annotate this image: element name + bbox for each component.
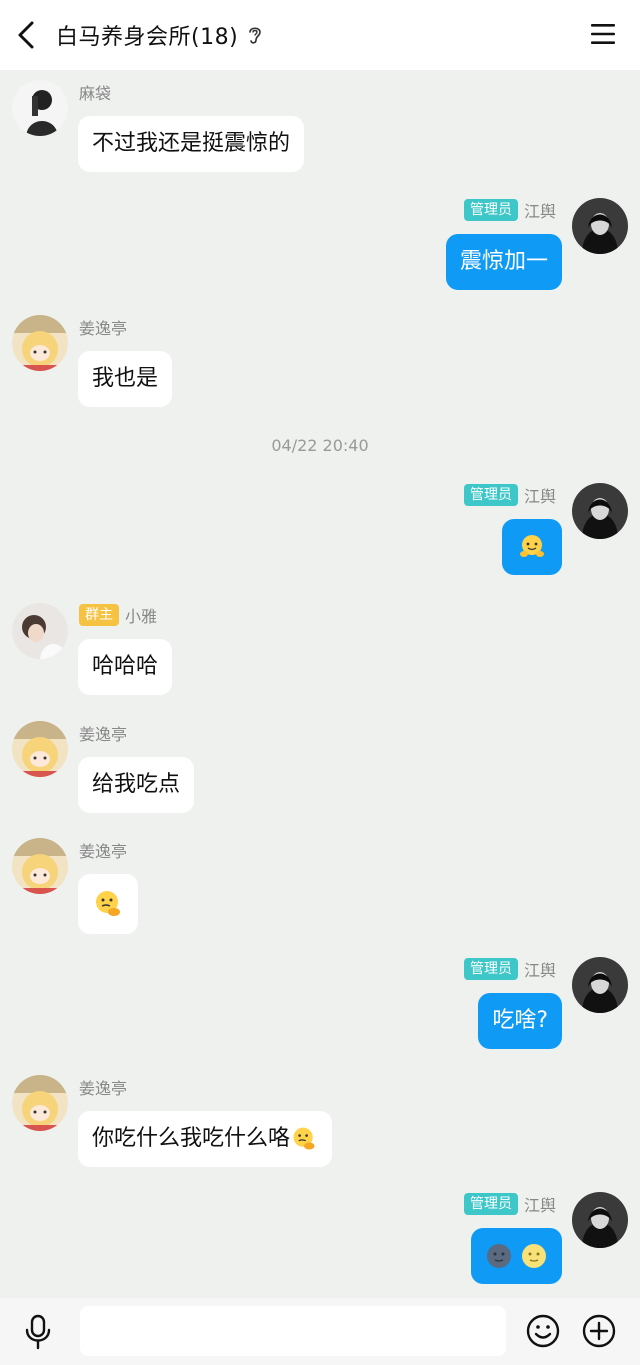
sender-meta: 管理员 江舆 <box>463 1192 556 1216</box>
menu-icon <box>591 24 615 44</box>
avatar[interactable] <box>12 1075 68 1131</box>
owner-badge: 群主 <box>79 604 119 626</box>
thinking-emoji-icon <box>293 1127 315 1150</box>
menu-button[interactable] <box>590 22 616 46</box>
sender-name: 姜逸亭 <box>79 1079 128 1098</box>
sender-name: 姜逸亭 <box>79 842 128 861</box>
sender-name: 姜逸亭 <box>79 319 128 338</box>
avatar[interactable] <box>572 1192 628 1248</box>
message-bubble[interactable]: 震惊加一 <box>445 234 562 290</box>
sender-name: 江舆 <box>523 202 556 221</box>
sender-name: 江舆 <box>523 487 556 506</box>
admin-badge: 管理员 <box>463 199 518 221</box>
avatar[interactable] <box>572 957 628 1013</box>
emoji-button[interactable] <box>525 1313 561 1349</box>
message-bubble[interactable]: 给我吃点 <box>78 757 195 813</box>
sender-meta: 麻袋 <box>79 80 111 104</box>
message-bubble[interactable] <box>471 1228 562 1284</box>
avatar[interactable] <box>12 838 68 894</box>
message-text: 你吃什么我吃什么咯 <box>92 1126 291 1151</box>
input-bar <box>0 1298 640 1365</box>
timestamp: 04/22 20:40 <box>271 436 369 455</box>
hug-emoji-icon <box>520 535 544 557</box>
title-area: 白马养身会所(18) <box>56 0 264 70</box>
sender-name: 江舆 <box>523 961 556 980</box>
avatar[interactable] <box>12 315 68 371</box>
sender-name: 姜逸亭 <box>79 725 128 744</box>
more-button[interactable] <box>581 1313 617 1349</box>
sender-meta: 姜逸亭 <box>79 838 127 862</box>
admin-badge: 管理员 <box>463 1193 518 1215</box>
group-title: 白马养身会所(18) <box>56 25 239 50</box>
sender-name: 江舆 <box>523 1196 556 1215</box>
back-button[interactable] <box>14 20 40 50</box>
back-arrow-icon <box>18 21 34 49</box>
avatar[interactable] <box>572 483 628 539</box>
message-bubble[interactable]: 吃啥? <box>478 993 562 1049</box>
message-list[interactable]: 麻袋 不过我还是挺震惊的 管理员 江舆 震惊加一 姜逸亭 我也是 04/22 2… <box>0 70 640 1298</box>
sender-meta: 姜逸亭 <box>79 315 127 339</box>
voice-button[interactable] <box>22 1314 54 1350</box>
chat-screen: 白马养身会所(18) 麻袋 不过我还是挺震惊的 管理员 江舆 震惊加一 姜逸亭 … <box>0 0 640 1365</box>
sender-meta: 姜逸亭 <box>79 1075 127 1099</box>
sender-meta: 姜逸亭 <box>79 721 127 745</box>
message-bubble[interactable]: 你吃什么我吃什么咯 <box>78 1111 333 1167</box>
ear-icon <box>249 27 261 44</box>
avatar[interactable] <box>12 603 68 659</box>
full-moon-face-icon <box>522 1244 546 1268</box>
sender-meta: 群主 小雅 <box>79 603 157 627</box>
header-bar: 白马养身会所(18) <box>0 0 640 70</box>
message-bubble[interactable]: 不过我还是挺震惊的 <box>78 116 305 172</box>
message-bubble[interactable] <box>502 519 562 575</box>
new-moon-face-icon <box>487 1244 511 1268</box>
avatar[interactable] <box>12 721 68 777</box>
admin-badge: 管理员 <box>463 484 518 506</box>
admin-badge: 管理员 <box>463 958 518 980</box>
message-bubble[interactable]: 哈哈哈 <box>78 639 173 695</box>
thinking-emoji-icon <box>96 891 120 916</box>
message-bubble[interactable]: 我也是 <box>78 351 173 407</box>
plus-icon <box>582 1314 616 1348</box>
sender-name: 麻袋 <box>79 84 112 103</box>
sender-meta: 管理员 江舆 <box>463 198 556 222</box>
message-bubble[interactable] <box>78 874 138 934</box>
message-input[interactable] <box>80 1306 506 1356</box>
mic-icon <box>25 1314 51 1350</box>
avatar[interactable] <box>12 80 68 136</box>
avatar[interactable] <box>572 198 628 254</box>
sender-meta: 管理员 江舆 <box>463 483 556 507</box>
sender-name: 小雅 <box>125 607 158 626</box>
sender-meta: 管理员 江舆 <box>463 957 556 981</box>
smiley-icon <box>526 1314 560 1348</box>
